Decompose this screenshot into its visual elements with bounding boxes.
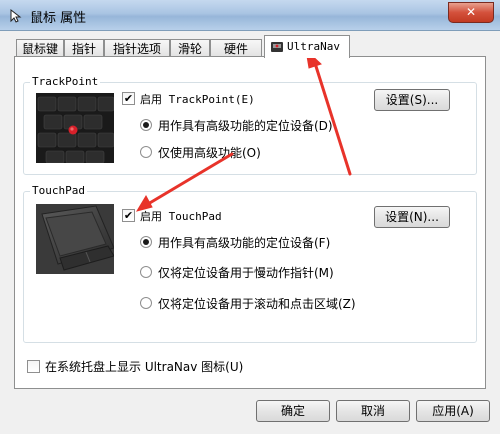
trackpoint-group-title: TrackPoint [30,75,101,88]
touchpad-group-title: TouchPad [30,184,87,197]
tab-pointer-options[interactable]: 指针选项 [104,39,170,57]
tab-ultranav-label: UltraNav [287,40,340,53]
mouse-properties-window: 鼠标 属性 ✕ 鼠标键 指针 指针选项 滑轮 硬件 UltraNav Track… [0,0,500,434]
window-title: 鼠标 属性 [30,11,87,26]
dialog-client: 鼠标键 指针 指针选项 滑轮 硬件 UltraNav TrackPoint ✔ … [6,31,492,429]
touchpad-advanced-radio[interactable] [140,236,152,248]
tab-wheel[interactable]: 滑轮 [170,39,210,57]
touchpad-advanced-label: 用作具有高级功能的定位设备(F) [158,236,331,250]
touchpad-image [36,204,114,274]
enable-trackpoint-checkbox[interactable]: ✔ [122,92,135,105]
trackpoint-advanced-radio[interactable] [140,119,152,131]
enable-touchpad-checkbox[interactable]: ✔ [122,209,135,222]
trackpoint-image [36,93,114,163]
trackpoint-group: TrackPoint ✔ 启用 TrackPoint(E) 设置(S)... 用… [23,75,477,175]
show-tray-icon-checkbox[interactable] [27,360,40,373]
tab-hardware[interactable]: 硬件 [210,39,262,57]
tab-strip: 鼠标键 指针 指针选项 滑轮 硬件 UltraNav [14,35,484,58]
ok-button[interactable]: 确定 [256,400,330,422]
touchpad-group: TouchPad ✔ 启用 TouchPad 设置(N)... 用作具有高级功能… [23,184,477,343]
tab-buttons[interactable]: 鼠标键 [16,39,64,57]
enable-trackpoint-label: 启用 TrackPoint(E) [140,93,255,106]
tab-ultranav[interactable]: UltraNav [264,35,350,58]
trackpoint-only-advanced-radio[interactable] [140,146,152,158]
show-tray-icon-label: 在系统托盘上显示 UltraNav 图标(U) [45,360,244,374]
trackpoint-only-advanced-label: 仅使用高级功能(O) [158,146,261,160]
ultranav-icon [271,42,283,52]
tab-pointers[interactable]: 指针 [64,39,104,57]
trackpoint-settings-button[interactable]: 设置(S)... [374,89,450,111]
enable-touchpad-label: 启用 TouchPad [140,210,222,223]
trackpoint-advanced-label: 用作具有高级功能的定位设备(D) [158,119,333,133]
apply-button[interactable]: 应用(A) [416,400,490,422]
title-bar[interactable]: 鼠标 属性 ✕ [0,0,500,31]
cancel-button[interactable]: 取消 [336,400,410,422]
touchpad-scroll-click-label: 仅将定位设备用于滚动和点击区域(Z) [158,297,356,311]
touchpad-slow-pointer-label: 仅将定位设备用于慢动作指针(M) [158,266,334,280]
ultranav-tab-panel: TrackPoint ✔ 启用 TrackPoint(E) 设置(S)... 用… [14,56,486,389]
close-button[interactable]: ✕ [448,2,494,23]
touchpad-settings-button[interactable]: 设置(N)... [374,206,450,228]
touchpad-scroll-click-radio[interactable] [140,297,152,309]
mouse-icon [10,8,22,23]
touchpad-slow-pointer-radio[interactable] [140,266,152,278]
